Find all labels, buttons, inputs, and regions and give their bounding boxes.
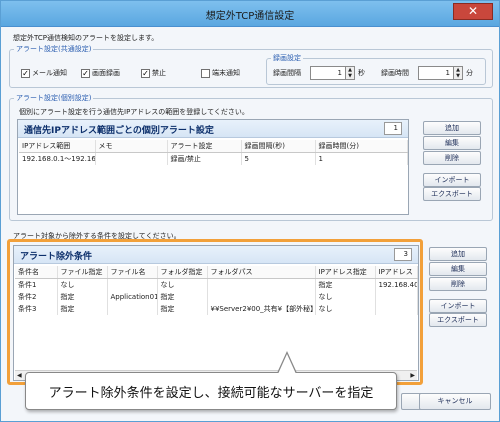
recording-interval-control: 録画間隔 1 ▲ ▼ 秒 [273, 66, 365, 80]
spinner-arrows-icon[interactable]: ▲ ▼ [345, 66, 355, 80]
recording-duration-control: 録画時間 1 ▲ ▼ 分 [381, 66, 473, 80]
column-header[interactable]: 録画間隔(秒) [241, 140, 316, 153]
annotation-callout: アラート除外条件を設定し、接続可能なサーバーを指定 [25, 372, 397, 410]
individual-settings-legend: アラート設定(個別設定) [16, 94, 92, 102]
individual-edit-button[interactable]: 編集 [423, 136, 481, 150]
prohibit-checkbox[interactable]: ✓ 禁止 [141, 68, 166, 78]
recording-duration-unit: 分 [466, 69, 473, 77]
window-title: 想定外TCP通信設定 [205, 11, 295, 22]
exclusion-highlight-frame [7, 239, 423, 385]
checkbox-empty-icon [201, 68, 210, 78]
exclusion-edit-button[interactable]: 編集 [429, 262, 487, 276]
individual-panel-title: 通信先IPアドレス範囲ごとの個別アラート設定 [24, 126, 214, 136]
exclusion-import-button[interactable]: インポート [429, 299, 487, 313]
table-cell: 5 [241, 152, 316, 165]
callout-pointer-fill [278, 354, 296, 374]
individual-delete-button[interactable]: 削除 [423, 151, 481, 165]
spinner-arrows-icon[interactable]: ▲ ▼ [453, 66, 463, 80]
individual-count: 1 [384, 122, 402, 135]
checkbox-mark-icon: ✓ [141, 68, 150, 78]
close-button[interactable]: ✕ [453, 3, 493, 20]
exclusion-add-button[interactable]: 追加 [429, 247, 487, 261]
exclusion-export-button[interactable]: エクスポート [429, 313, 487, 327]
recording-interval-label: 録画間隔 [273, 69, 301, 77]
column-header[interactable]: アラート設定 [167, 140, 242, 153]
recording-duration-input[interactable]: 1 [418, 66, 454, 80]
terminal-notify-checkbox[interactable]: 端末通知 [201, 68, 240, 78]
table-header-row: IPアドレス範囲 メモ アラート設定 録画間隔(秒) 録画時間(分) [19, 140, 408, 153]
recording-settings-legend: 録画設定 [273, 54, 301, 62]
individual-export-button[interactable]: エクスポート [423, 187, 481, 201]
table-cell [95, 152, 168, 165]
column-header[interactable]: 録画時間(分) [315, 140, 408, 153]
mail-notify-checkbox[interactable]: ✓ メール通知 [21, 68, 67, 78]
mail-notify-label: メール通知 [32, 69, 67, 77]
callout-text: アラート除外条件を設定し、接続可能なサーバーを指定 [48, 386, 374, 401]
column-header[interactable]: IPアドレス範囲 [19, 140, 96, 153]
individual-panel-header: 通信先IPアドレス範囲ごとの個別アラート設定 1 [18, 120, 408, 138]
terminal-notify-label: 端末通知 [212, 69, 240, 77]
checkbox-mark-icon: ✓ [81, 68, 90, 78]
dialog-description: 想定外TCP通信検知のアラートを設定します。 [13, 34, 159, 42]
exclusion-delete-button[interactable]: 削除 [429, 277, 487, 291]
recording-interval-input[interactable]: 1 [310, 66, 346, 80]
individual-import-button[interactable]: インポート [423, 173, 481, 187]
table-row[interactable]: 192.168.0.1〜192.168... 録画/禁止 5 1 [19, 152, 408, 165]
screen-record-checkbox[interactable]: ✓ 画面録画 [81, 68, 120, 78]
prohibit-label: 禁止 [152, 69, 166, 77]
recording-duration-label: 録画時間 [381, 69, 409, 77]
common-settings-legend: アラート設定(共通設定) [16, 45, 92, 53]
checkbox-mark-icon: ✓ [21, 68, 30, 78]
title-bar[interactable]: 想定外TCP通信設定 ✕ [1, 1, 499, 27]
individual-add-button[interactable]: 追加 [423, 121, 481, 135]
column-header[interactable]: メモ [95, 140, 168, 153]
table-cell: 1 [315, 152, 408, 165]
individual-table: IPアドレス範囲 メモ アラート設定 録画間隔(秒) 録画時間(分) 192.1… [19, 140, 408, 165]
screen-record-label: 画面録画 [92, 69, 120, 77]
individual-description: 個別にアラート設定を行う通信先IPアドレスの範囲を登録してください。 [19, 108, 249, 116]
dialog-window: 想定外TCP通信設定 ✕ 想定外TCP通信検知のアラートを設定します。 アラート… [0, 0, 500, 422]
individual-alert-panel: 通信先IPアドレス範囲ごとの個別アラート設定 1 IPアドレス範囲 メモ アラー… [17, 119, 409, 215]
table-cell: 192.168.0.1〜192.168... [19, 152, 96, 165]
recording-interval-unit: 秒 [358, 69, 365, 77]
cancel-button[interactable]: キャンセル [419, 393, 491, 410]
table-cell: 録画/禁止 [167, 152, 242, 165]
